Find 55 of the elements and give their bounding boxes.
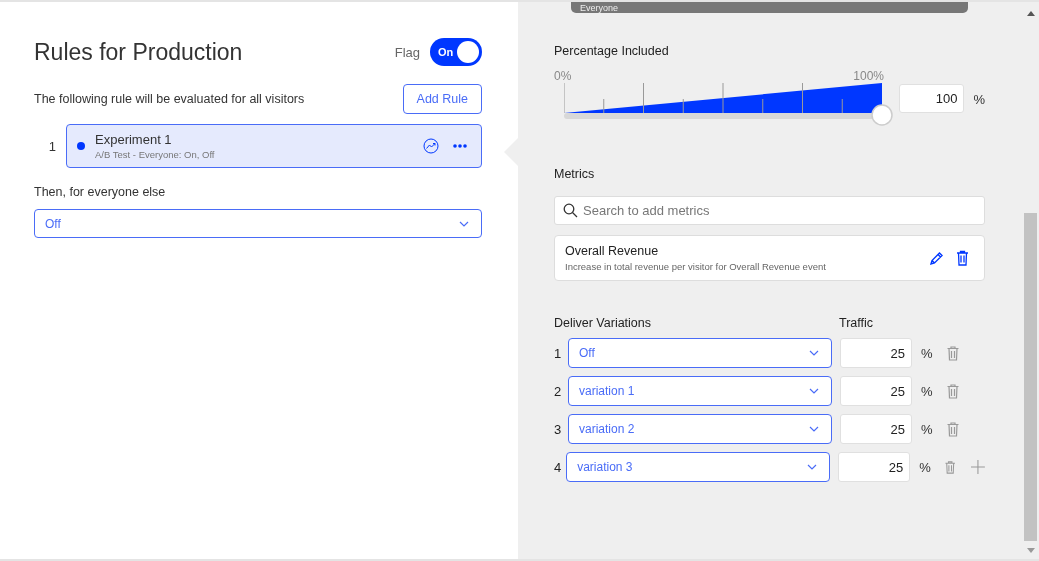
search-icon <box>563 203 578 218</box>
metric-description: Increase in total revenue per visitor for Overall Revenue event <box>565 261 827 272</box>
percentage-label: Percentage Included <box>554 44 670 58</box>
rule-name: Experiment 1 <box>95 132 173 147</box>
variation-dropdown[interactable]: variation 1 <box>568 376 832 406</box>
flag-toggle[interactable]: On <box>430 38 482 66</box>
chevron-down-icon <box>807 464 818 470</box>
fallback-dropdown[interactable]: Off <box>34 209 482 238</box>
percentage-slider[interactable] <box>564 83 894 127</box>
fallback-label: Then, for everyone else <box>34 185 167 199</box>
variation-dropdown[interactable]: variation 3 <box>566 452 831 482</box>
flag-label: Flag <box>394 44 420 60</box>
slider-max-label: 100% <box>853 69 884 83</box>
status-dot-icon <box>77 142 85 150</box>
rule-number: 1 <box>47 138 57 154</box>
traffic-input[interactable]: 25 <box>840 414 912 444</box>
add-rule-button[interactable]: Add Rule <box>402 84 482 114</box>
traffic-input[interactable]: 25 <box>840 338 912 368</box>
traffic-label: Traffic <box>839 316 874 330</box>
metric-name: Overall Revenue <box>565 244 660 258</box>
percent-unit: % <box>921 383 933 399</box>
variation-number: 1 <box>554 345 563 361</box>
audience-bar: Everyone <box>571 2 968 13</box>
metrics-label: Metrics <box>554 167 596 181</box>
variation-number: 3 <box>554 421 563 437</box>
variation-number: 4 <box>554 459 563 475</box>
scrollbar-thumb[interactable] <box>1024 213 1037 541</box>
variations-label: Deliver Variations <box>554 316 653 330</box>
rule-card[interactable]: Experiment 1 A/B Test - Everyone: On, Off <box>66 124 482 168</box>
percentage-input[interactable]: 100 <box>898 84 965 113</box>
page-title: Rules for Production <box>34 38 243 66</box>
percent-unit: % <box>921 345 933 361</box>
chevron-down-icon <box>809 350 819 356</box>
variation-dropdown[interactable]: Off <box>568 338 832 368</box>
chevron-down-icon <box>809 426 819 432</box>
percent-unit: % <box>973 92 985 107</box>
scroll-up-icon[interactable] <box>1027 11 1035 16</box>
percent-unit: % <box>921 421 933 437</box>
traffic-input[interactable]: 25 <box>838 452 911 482</box>
pencil-icon[interactable] <box>929 250 944 266</box>
percent-unit: % <box>919 459 931 475</box>
slider-min-label: 0% <box>554 69 572 83</box>
chevron-down-icon <box>809 388 819 394</box>
variation-number: 2 <box>554 383 563 399</box>
rules-description: The following rule will be evaluated for all visitors <box>34 92 305 106</box>
metrics-search-field[interactable]: Search to add metrics <box>554 196 985 225</box>
trend-chart-icon[interactable] <box>423 138 439 154</box>
variation-dropdown[interactable]: variation 2 <box>568 414 832 444</box>
add-icon[interactable] <box>971 459 985 475</box>
trash-icon[interactable] <box>956 250 969 266</box>
traffic-input[interactable]: 25 <box>840 376 912 406</box>
more-options-icon[interactable] <box>453 144 467 148</box>
chevron-down-icon <box>459 220 469 227</box>
scroll-down-icon[interactable] <box>1027 548 1035 553</box>
rule-summary: A/B Test - Everyone: On, Off <box>95 149 216 160</box>
